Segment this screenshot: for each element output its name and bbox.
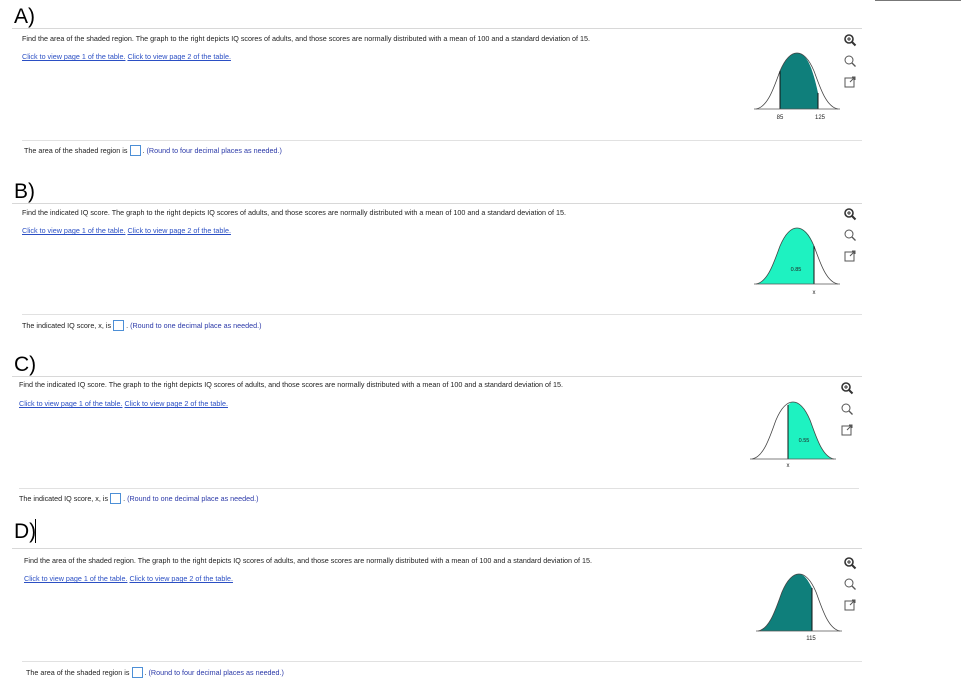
table-page-2-link[interactable]: Click to view page 2 of the table. (127, 52, 230, 61)
question-text: Find the area of the shaded region. The … (24, 556, 593, 565)
answer-input[interactable] (129, 145, 141, 156)
answer-line: The indicated IQ score, x, is . (Round t… (22, 320, 262, 331)
shaded-region (758, 574, 812, 631)
popout-icon[interactable] (840, 423, 854, 437)
question-text: Find the indicated IQ score. The graph t… (19, 380, 564, 389)
section-label: A) (14, 5, 35, 28)
answer-line: The area of the shaded region is . (Roun… (26, 667, 284, 678)
zoom-in-icon[interactable] (843, 556, 857, 570)
answer-prefix: The indicated IQ score, x, is (22, 321, 112, 330)
shaded-region (788, 402, 834, 459)
section-divider (12, 548, 862, 549)
zoom-in-icon[interactable] (840, 381, 854, 395)
tick-label: x (787, 463, 790, 469)
zoom-out-icon[interactable] (840, 402, 854, 416)
table-page-2-link[interactable]: Click to view page 2 of the table. (124, 399, 227, 408)
window-edge-line (875, 0, 961, 1)
section-divider (12, 28, 862, 29)
zoom-out-icon[interactable] (843, 228, 857, 242)
section-label: D) (14, 520, 37, 543)
table-page-1-link[interactable]: Click to view page 1 of the table. (24, 574, 127, 583)
section-divider (12, 203, 862, 204)
question-text: Find the area of the shaded region. The … (22, 34, 591, 43)
zoom-in-icon[interactable] (843, 207, 857, 221)
text-cursor (35, 519, 36, 543)
normal-curve-graph: 85 125 (754, 52, 840, 121)
tick-label: x (813, 290, 816, 296)
table-links: Click to view page 1 of the table. Click… (22, 226, 231, 235)
table-page-2-link[interactable]: Click to view page 2 of the table. (129, 574, 232, 583)
answer-hint: (Round to one decimal place as needed.) (130, 321, 262, 330)
table-page-1-link[interactable]: Click to view page 1 of the table. (22, 226, 125, 235)
zoom-out-icon[interactable] (843, 54, 857, 68)
answer-prefix: The area of the shaded region is (24, 146, 128, 155)
answer-prefix: The indicated IQ score, x, is (19, 494, 109, 503)
table-page-2-link[interactable]: Click to view page 2 of the table. (127, 226, 230, 235)
answer-line: The indicated IQ score, x, is . (Round t… (19, 493, 259, 504)
answer-divider (22, 314, 862, 315)
answer-divider (19, 488, 859, 489)
tick-label: 85 (777, 115, 784, 121)
answer-input[interactable] (110, 493, 122, 504)
table-links: Click to view page 1 of the table. Click… (24, 574, 233, 583)
zoom-in-icon[interactable] (843, 33, 857, 47)
shaded-region (780, 53, 818, 109)
section-label: B) (14, 180, 35, 203)
answer-line: The area of the shaded region is . (Roun… (24, 145, 282, 156)
answer-hint: (Round to four decimal places as needed.… (146, 146, 282, 155)
normal-curve-graph: 115 (756, 573, 842, 642)
answer-divider (22, 140, 862, 141)
popout-icon[interactable] (843, 249, 857, 263)
question-text: Find the indicated IQ score. The graph t… (22, 208, 567, 217)
table-page-1-link[interactable]: Click to view page 1 of the table. (19, 399, 122, 408)
answer-hint: (Round to one decimal place as needed.) (127, 494, 259, 503)
popout-icon[interactable] (843, 75, 857, 89)
area-label: 0.55 (799, 438, 810, 444)
popout-icon[interactable] (843, 598, 857, 612)
table-links: Click to view page 1 of the table. Click… (22, 52, 231, 61)
section-divider (12, 376, 862, 377)
table-page-1-link[interactable]: Click to view page 1 of the table. (22, 52, 125, 61)
answer-hint: (Round to four decimal places as needed.… (148, 668, 284, 677)
zoom-out-icon[interactable] (843, 577, 857, 591)
answer-prefix: The area of the shaded region is (26, 668, 130, 677)
area-label: 0.85 (791, 267, 802, 273)
table-links: Click to view page 1 of the table. Click… (19, 399, 228, 408)
normal-curve-graph: 0.85 x (754, 227, 840, 296)
answer-input[interactable] (113, 320, 125, 331)
tick-label: 125 (815, 115, 826, 121)
tick-label: 115 (806, 636, 816, 642)
answer-divider (22, 661, 862, 662)
section-label: C) (14, 353, 37, 376)
answer-input[interactable] (131, 667, 143, 678)
normal-curve-graph: 0.55 x (750, 401, 836, 469)
